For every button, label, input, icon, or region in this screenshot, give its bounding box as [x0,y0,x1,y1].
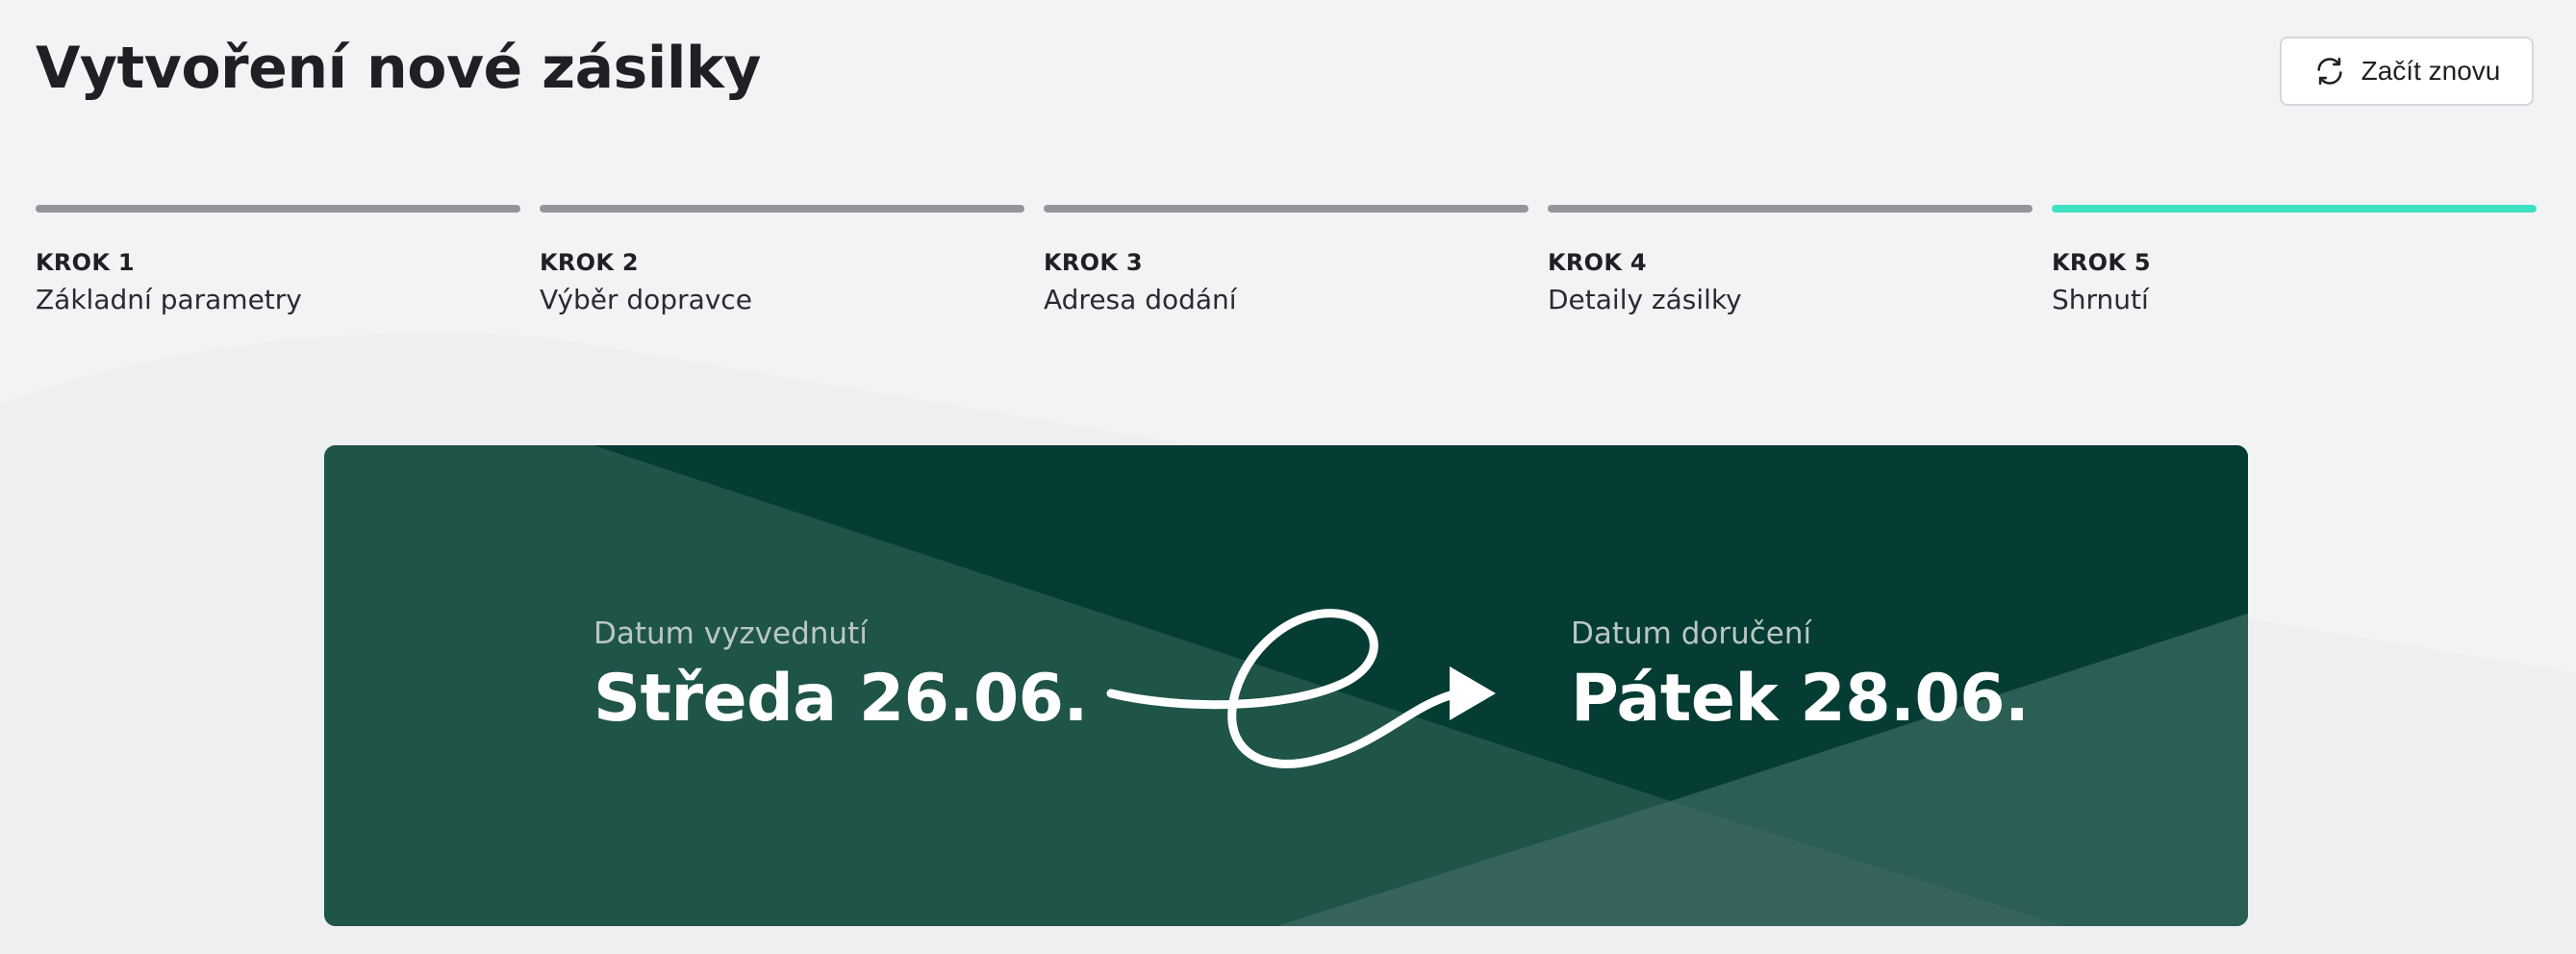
pickup-date-label: Datum vyzvednutí [593,616,868,651]
step-label: Shrnutí [2052,284,2149,315]
step-2[interactable]: KROK 2 Výběr dopravce [540,205,1024,315]
restart-button[interactable]: Začít znovu [2280,37,2534,106]
step-4[interactable]: KROK 4 Detaily zásilky [1548,205,2033,315]
step-progress-bar [1548,205,2033,213]
page: Vytvoření nové zásilky Začít znovu KROK … [0,0,2576,954]
pickup-date-value: Středa 26.06. [593,661,1088,737]
step-5[interactable]: KROK 5 Shrnutí [2052,205,2537,315]
step-number: KROK 1 [36,249,135,276]
step-label: Detaily zásilky [1548,284,1742,315]
stepper: KROK 1 Základní parametry KROK 2 Výběr d… [36,205,2537,315]
step-3[interactable]: KROK 3 Adresa dodání [1044,205,1528,315]
looped-arrow-icon [1101,599,1505,786]
step-label: Základní parametry [36,284,302,315]
page-title: Vytvoření nové zásilky [36,35,761,102]
restart-label: Začít znovu [2361,56,2501,86]
step-progress-bar [1044,205,1528,213]
step-number: KROK 2 [540,249,639,276]
delivery-date: Datum doručení Pátek 28.06. [1571,616,2030,737]
step-number: KROK 3 [1044,249,1143,276]
step-1[interactable]: KROK 1 Základní parametry [36,205,520,315]
step-label: Výběr dopravce [540,284,752,315]
delivery-date-value: Pátek 28.06. [1571,661,2030,737]
shipment-summary-card: Datum vyzvednutí Středa 26.06. Datum dor… [324,445,2248,926]
refresh-icon [2313,55,2346,88]
delivery-date-label: Datum doručení [1571,616,1812,651]
step-progress-bar-active [2052,205,2537,213]
pickup-date: Datum vyzvednutí Středa 26.06. [593,616,1088,737]
step-number: KROK 4 [1548,249,1647,276]
step-progress-bar [36,205,520,213]
step-number: KROK 5 [2052,249,2151,276]
step-progress-bar [540,205,1024,213]
step-label: Adresa dodání [1044,284,1237,315]
